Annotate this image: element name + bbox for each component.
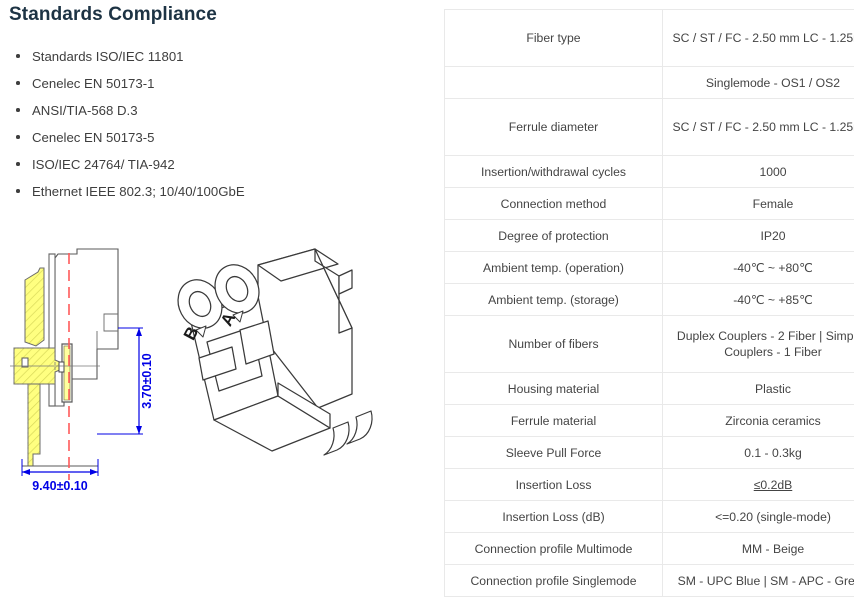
width-dimension-label: 9.40±0.10 xyxy=(32,479,88,493)
spec-label-cell: Housing material xyxy=(445,373,663,405)
standards-list-item: Cenelec EN 50173-1 xyxy=(10,75,410,92)
table-row: Ambient temp. (operation)-40℃ ~ +80℃ xyxy=(445,252,854,284)
table-row: Sleeve Pull Force0.1 - 0.3kg xyxy=(445,437,854,469)
specifications-table: Fiber typeSC / ST / FC - 2.50 mm LC - 1.… xyxy=(444,9,854,597)
table-row: Insertion Loss (dB)<=0.20 (single-mode) xyxy=(445,501,854,533)
spec-label-cell: Insertion/withdrawal cycles xyxy=(445,156,663,188)
spec-value-cell: IP20 xyxy=(663,220,854,252)
spec-value-text: ≤0.2dB xyxy=(754,478,793,492)
spec-value-cell: SC / ST / FC - 2.50 mm LC - 1.25mm xyxy=(663,10,854,67)
standards-list-item: Cenelec EN 50173-5 xyxy=(10,129,410,146)
spec-value-cell: Plastic xyxy=(663,373,854,405)
standards-list-item: Ethernet IEEE 802.3; 10/40/100GbE xyxy=(10,183,410,200)
product-spec-page: Standards Compliance Standards ISO/IEC 1… xyxy=(0,0,854,580)
left-column: Standards Compliance Standards ISO/IEC 1… xyxy=(0,0,436,580)
bullet-icon xyxy=(16,54,20,58)
standards-list-item-label: Cenelec EN 50173-5 xyxy=(32,130,154,145)
spec-label-cell: Connection method xyxy=(445,188,663,220)
spec-label-cell xyxy=(445,67,663,99)
spec-label-cell: Ambient temp. (operation) xyxy=(445,252,663,284)
standards-list: Standards ISO/IEC 11801 Cenelec EN 50173-… xyxy=(10,48,410,210)
table-row: Ferrule materialZirconia ceramics xyxy=(445,405,854,437)
spec-label-cell: Ferrule material xyxy=(445,405,663,437)
bullet-icon xyxy=(16,162,20,166)
standards-list-item-label: ANSI/TIA-568 D.3 xyxy=(32,103,138,118)
page-title: Standards Compliance xyxy=(9,3,217,27)
table-row: Connection methodFemale xyxy=(445,188,854,220)
specifications-table-body: Fiber typeSC / ST / FC - 2.50 mm LC - 1.… xyxy=(445,10,854,597)
table-row: Degree of protectionIP20 xyxy=(445,220,854,252)
hatched-flange-upper xyxy=(25,268,44,346)
table-row: Connection profile MultimodeMM - Beige xyxy=(445,533,854,565)
spec-value-cell: Duplex Couplers - 2 Fiber | Simplex Coup… xyxy=(663,316,854,373)
spec-label-cell: Connection profile Singlemode xyxy=(445,565,663,597)
technical-drawings: 3.70±0.10 9.40±0.10 xyxy=(0,236,436,496)
standards-list-item: Standards ISO/IEC 11801 xyxy=(10,48,410,65)
bullet-icon xyxy=(16,108,20,112)
height-dimension-label: 3.70±0.10 xyxy=(140,353,154,409)
spec-value-cell: <=0.20 (single-mode) xyxy=(663,501,854,533)
table-row: Insertion Loss ≤0.2dB xyxy=(445,469,854,501)
spec-value-cell: MM - Beige xyxy=(663,533,854,565)
standards-list-item-label: Ethernet IEEE 802.3; 10/40/100GbE xyxy=(32,184,245,199)
table-row: Insertion/withdrawal cycles1000 xyxy=(445,156,854,188)
spec-label-cell: Number of fibers xyxy=(445,316,663,373)
cross-section-drawing: 3.70±0.10 9.40±0.10 xyxy=(10,249,154,493)
spec-label-cell: Insertion Loss xyxy=(445,469,663,501)
spec-label-cell: Ambient temp. (storage) xyxy=(445,284,663,316)
spec-label-cell: Connection profile Multimode xyxy=(445,533,663,565)
table-row: Fiber typeSC / ST / FC - 2.50 mm LC - 1.… xyxy=(445,10,854,67)
spec-value-cell: Zirconia ceramics xyxy=(663,405,854,437)
spec-value-cell: -40℃ ~ +80℃ xyxy=(663,252,854,284)
spec-value-cell: Female xyxy=(663,188,854,220)
standards-list-item-label: Cenelec EN 50173-1 xyxy=(32,76,154,91)
spec-value-cell: Singlemode - OS1 / OS2 xyxy=(663,67,854,99)
spec-label-cell: Degree of protection xyxy=(445,220,663,252)
table-row: Ambient temp. (storage)-40℃ ~ +85℃ xyxy=(445,284,854,316)
spec-value-cell: SM - UPC Blue | SM - APC - Green xyxy=(663,565,854,597)
spec-label-cell: Sleeve Pull Force xyxy=(445,437,663,469)
bullet-icon xyxy=(16,81,20,85)
spec-value-cell: ≤0.2dB xyxy=(663,469,854,501)
spec-label-cell: Fiber type xyxy=(445,10,663,67)
bullet-icon xyxy=(16,135,20,139)
standards-list-item-label: ISO/IEC 24764/ TIA-942 xyxy=(32,157,175,172)
drawings-svg: 3.70±0.10 9.40±0.10 xyxy=(0,236,436,496)
standards-list-item: ANSI/TIA-568 D.3 xyxy=(10,102,410,119)
spec-label-cell: Ferrule diameter xyxy=(445,99,663,156)
specifications-panel: Fiber typeSC / ST / FC - 2.50 mm LC - 1.… xyxy=(444,9,849,597)
spec-value-cell: -40℃ ~ +85℃ xyxy=(663,284,854,316)
table-row: Ferrule diameterSC / ST / FC - 2.50 mm L… xyxy=(445,99,854,156)
spec-value-cell: 0.1 - 0.3kg xyxy=(663,437,854,469)
table-row: Connection profile SinglemodeSM - UPC Bl… xyxy=(445,565,854,597)
isometric-drawing: B A xyxy=(170,249,372,455)
standards-list-item-label: Standards ISO/IEC 11801 xyxy=(32,49,184,64)
spec-label-cell: Insertion Loss (dB) xyxy=(445,501,663,533)
table-row: Number of fibersDuplex Couplers - 2 Fibe… xyxy=(445,316,854,373)
table-row: Singlemode - OS1 / OS2 xyxy=(445,67,854,99)
standards-list-item: ISO/IEC 24764/ TIA-942 xyxy=(10,156,410,173)
table-row: Housing materialPlastic xyxy=(445,373,854,405)
spec-value-cell: SC / ST / FC - 2.50 mm LC - 1.25mm xyxy=(663,99,854,156)
hatched-stem xyxy=(28,384,40,466)
spec-value-cell: 1000 xyxy=(663,156,854,188)
bullet-icon xyxy=(16,189,20,193)
